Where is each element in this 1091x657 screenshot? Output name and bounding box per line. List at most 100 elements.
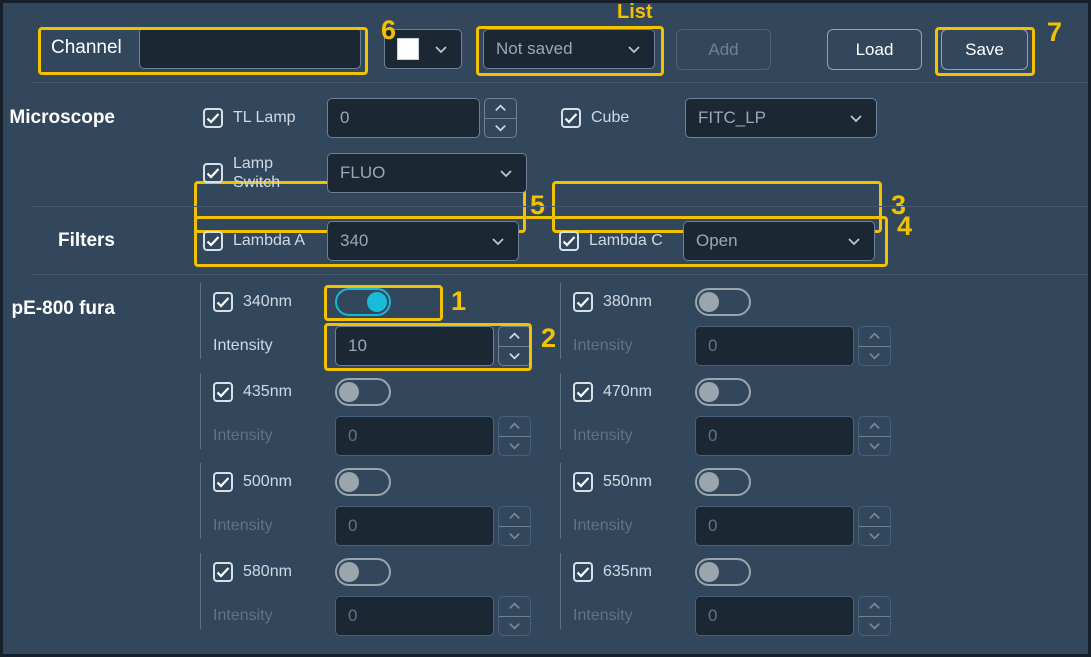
spinner-up[interactable] [859,597,890,616]
channel-checkbox[interactable] [213,562,233,582]
channel-header: 470nm [573,372,900,412]
spinner-up[interactable] [859,327,890,346]
toggle-knob [339,472,359,492]
spinner-up[interactable] [485,99,516,118]
channel-checkbox[interactable] [573,382,593,402]
chevron-down-icon [492,238,504,246]
intensity-value[interactable]: 0 [695,596,854,636]
cube-dropdown[interactable]: FITC_LP [685,98,877,138]
chevron-down-icon [848,238,860,246]
spinner-up[interactable] [859,507,890,526]
spinner-up[interactable] [499,597,530,616]
lambda-c-group: Lambda C Open [559,221,875,261]
intensity-spinner[interactable] [858,416,891,456]
channel-toggle[interactable] [695,378,751,406]
channel-checkbox[interactable] [213,472,233,492]
toggle-knob [339,382,359,402]
intensity-spinner[interactable] [498,326,531,366]
spinner-up[interactable] [499,507,530,526]
divider-filters [31,274,1088,275]
channel-toggle[interactable] [695,468,751,496]
annotation-2: 2 [541,323,557,353]
wavelength-channel: 470nm Intensity 0 [560,372,900,456]
intensity-label: Intensity [573,607,633,624]
channel-toggle[interactable] [335,468,391,496]
intensity-value[interactable]: 0 [695,506,854,546]
intensity-spinner[interactable] [498,416,531,456]
intensity-value[interactable]: 0 [695,416,854,456]
channel-field-group: Channel [43,27,361,69]
cube-group: Cube FITC_LP [561,98,877,138]
intensity-value[interactable]: 0 [695,326,854,366]
channel-intensity-row: Intensity 0 [213,506,540,546]
channel-header: 340nm [213,282,540,322]
lambda-c-dropdown[interactable]: Open [683,221,875,261]
spinner-up[interactable] [499,327,530,346]
channel-toggle[interactable] [335,288,391,316]
spinner-up[interactable] [499,417,530,436]
spinner-down[interactable] [859,345,890,366]
lamp-switch-dropdown[interactable]: FLUO [327,153,527,193]
intensity-value[interactable]: 10 [335,326,494,366]
spinner-down[interactable] [499,525,530,546]
spinner-up[interactable] [859,417,890,436]
intensity-value[interactable]: 0 [335,416,494,456]
tl-lamp-checkbox[interactable] [203,108,223,128]
channel-header: 635nm [573,552,900,592]
spinner-down[interactable] [859,525,890,546]
intensity-value[interactable]: 0 [335,596,494,636]
lambda-c-checkbox[interactable] [559,231,579,251]
spinner-down[interactable] [859,615,890,636]
divider-header [31,82,1088,83]
cube-checkbox[interactable] [561,108,581,128]
toggle-knob [699,292,719,312]
spinner-down[interactable] [499,615,530,636]
lambda-a-dropdown[interactable]: 340 [327,221,519,261]
channel-label: Channel [51,37,122,58]
lambda-a-checkbox[interactable] [203,231,223,251]
tl-lamp-value[interactable]: 0 [327,98,480,138]
spinner-down[interactable] [485,117,516,138]
intensity-spinner[interactable] [858,326,891,366]
channel-toggle[interactable] [335,558,391,586]
tl-lamp-spinner[interactable] [484,98,517,138]
channel-intensity-row: Intensity 0 [213,416,540,456]
lamp-switch-checkbox[interactable] [203,163,223,183]
annotation-6: 6 [381,15,397,45]
channel-wavelength-label: 500nm [243,473,292,490]
channel-intensity-row: Intensity 0 [573,416,900,456]
channel-wavelength-label: 435nm [243,383,292,400]
channel-checkbox[interactable] [573,472,593,492]
channel-checkbox[interactable] [573,562,593,582]
microscope-section-label: Microscope [9,107,115,128]
intensity-stepper: 0 [335,416,531,456]
add-button[interactable]: Add [676,29,771,70]
intensity-label: Intensity [573,337,633,354]
save-button[interactable]: Save [941,29,1028,70]
filters-section-label: Filters [57,230,115,251]
intensity-spinner[interactable] [858,596,891,636]
intensity-spinner[interactable] [498,596,531,636]
channel-wavelength-label: 550nm [603,473,652,490]
load-button[interactable]: Load [827,29,922,70]
wavelength-channel: 340nm Intensity 10 [200,282,540,366]
intensity-stepper: 0 [695,596,891,636]
channel-toggle[interactable] [695,558,751,586]
spinner-down[interactable] [499,435,530,456]
intensity-value[interactable]: 0 [335,506,494,546]
channel-checkbox[interactable] [573,292,593,312]
channel-checkbox[interactable] [213,382,233,402]
channel-toggle[interactable] [695,288,751,316]
spinner-down[interactable] [499,345,530,366]
channel-checkbox[interactable] [213,292,233,312]
intensity-spinner[interactable] [858,506,891,546]
intensity-spinner[interactable] [498,506,531,546]
spinner-down[interactable] [859,435,890,456]
channel-input[interactable] [139,27,361,69]
lamp-switch-label-line2: Switch [233,174,281,191]
intensity-stepper: 0 [695,416,891,456]
annotation-list-label: List [617,1,653,23]
lambda-c-label: Lambda C [589,232,663,249]
list-dropdown[interactable]: Not saved [483,29,655,69]
channel-toggle[interactable] [335,378,391,406]
